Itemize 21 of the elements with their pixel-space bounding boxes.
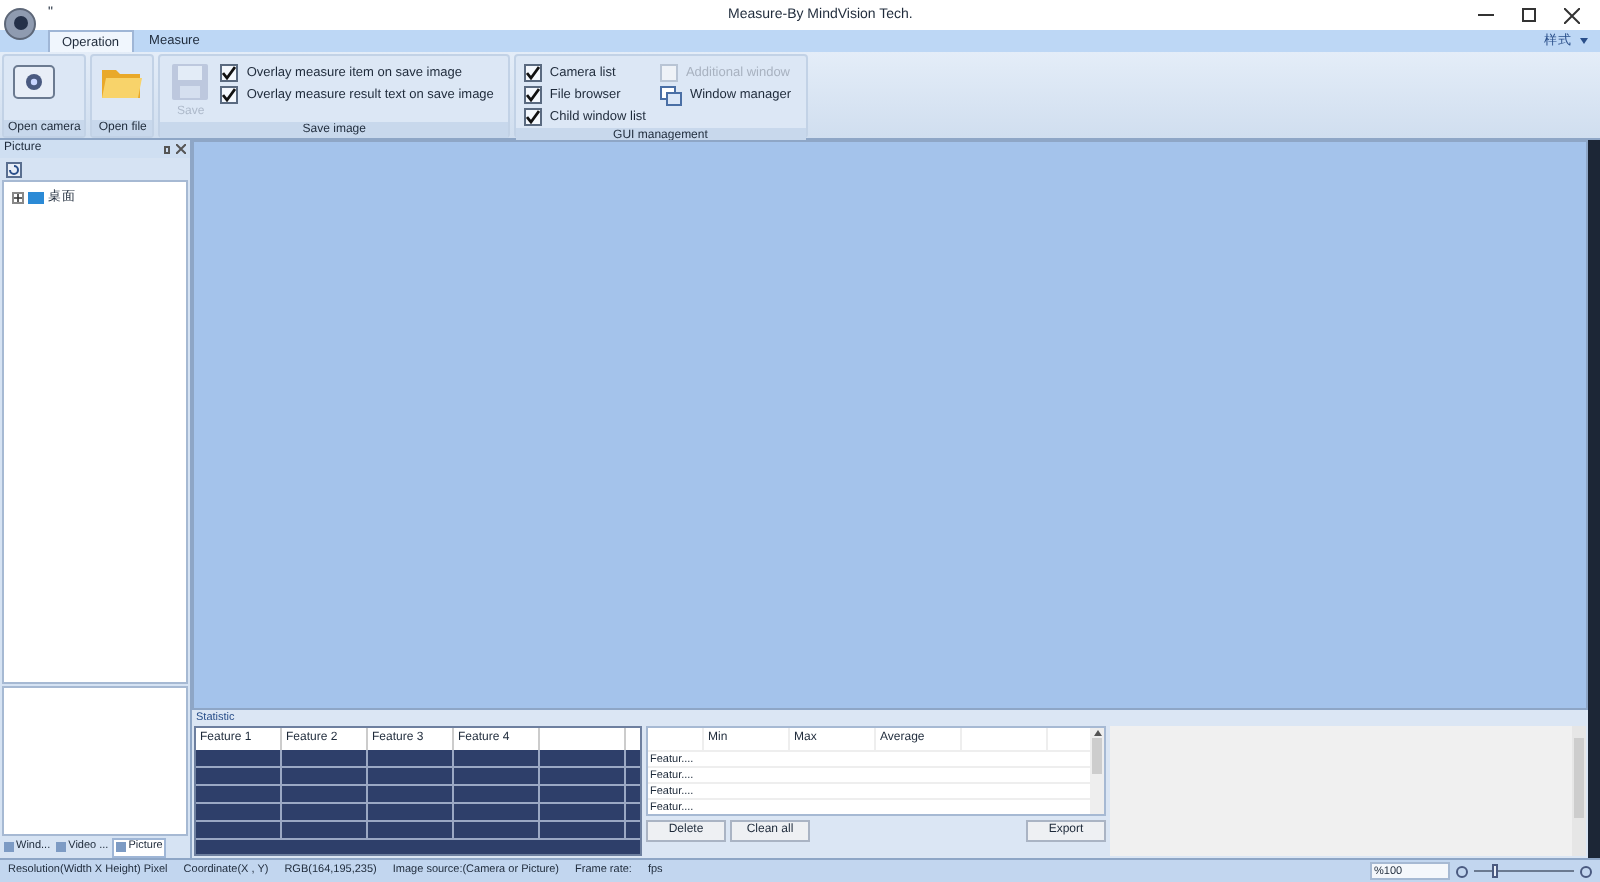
zoom-out-icon[interactable]	[1456, 865, 1468, 877]
close-icon[interactable]	[176, 144, 186, 154]
checkbox[interactable]	[220, 64, 239, 82]
checkbox[interactable]	[220, 86, 239, 104]
maximize-icon[interactable]	[1522, 8, 1536, 22]
camera-icon	[12, 62, 56, 102]
expand-toggle[interactable]	[12, 191, 24, 204]
pin-icon[interactable]	[164, 145, 170, 153]
zoom-slider-thumb[interactable]	[1491, 864, 1497, 878]
desktop-icon	[28, 191, 44, 204]
app-orb-button[interactable]	[4, 7, 36, 39]
caret-icon[interactable]	[1580, 38, 1588, 44]
checkbox[interactable]	[523, 86, 542, 104]
checkbox[interactable]	[523, 64, 542, 82]
zoom-in-icon[interactable]	[1580, 865, 1592, 877]
windows-icon	[659, 85, 682, 105]
scrollbar[interactable]	[1090, 728, 1104, 814]
close-icon[interactable]	[1564, 7, 1580, 23]
scrollbar[interactable]	[1572, 726, 1586, 856]
refresh-icon[interactable]	[6, 161, 22, 177]
checkbox[interactable]	[523, 108, 542, 126]
